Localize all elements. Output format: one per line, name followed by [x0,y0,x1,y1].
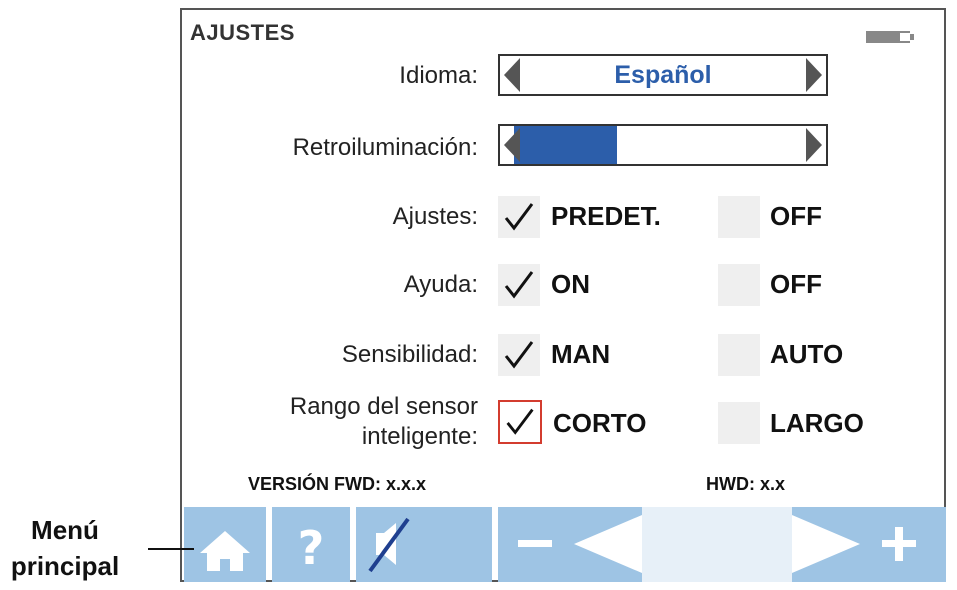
help-on-option: ON [551,269,590,299]
minus-icon[interactable] [518,540,552,547]
sensor-range-long-option: LARGO [770,408,864,438]
home-icon [200,531,250,571]
mute-icon [368,517,410,573]
sensor-range-short-option: CORTO [553,408,647,438]
help-button[interactable]: ? [272,507,350,582]
sensor-range-label-line2: inteligente: [361,423,478,450]
right-arrow-icon[interactable] [804,126,824,164]
settings-screen: AJUSTES Idioma: Español Retroiluminación… [180,8,946,582]
checkmark-icon [504,271,534,299]
settings-off-checkbox[interactable] [718,196,760,238]
home-button[interactable] [184,507,266,582]
hwd-version: HWD: x.x [706,474,785,495]
language-value: Español [614,61,712,89]
help-icon: ? [298,521,325,575]
sensor-range-long-checkbox[interactable] [718,402,760,444]
language-select[interactable]: Español [498,54,828,96]
hwd-version-value: x.x [760,474,786,494]
help-off-option: OFF [770,269,822,299]
callout-leader-line [148,548,194,550]
value-display [642,507,792,582]
page-title: AJUSTES [190,20,295,45]
help-on-checkbox[interactable] [498,264,540,306]
adjust-control-bar [498,507,946,582]
right-arrow-icon[interactable] [804,56,824,94]
settings-label: Ajustes: [392,203,478,230]
settings-default-checkbox[interactable] [498,196,540,238]
sensor-range-label-line1: Rango del sensor [289,393,478,420]
sensor-range-label: Rango del sensor inteligente: [182,392,478,452]
left-arrow-icon[interactable] [574,515,642,573]
sensitivity-auto-checkbox[interactable] [718,334,760,376]
sensitivity-man-checkbox[interactable] [498,334,540,376]
bottom-toolbar: ? [182,507,946,582]
language-label: Idioma: [399,62,478,89]
plus-icon[interactable] [882,527,916,561]
left-arrow-icon[interactable] [502,126,522,164]
settings-off-option: OFF [770,201,822,231]
checkmark-icon [506,408,534,435]
checkmark-icon [504,341,534,369]
backlight-level-bar [514,126,617,164]
backlight-label: Retroiluminación: [292,134,478,161]
battery-icon [866,31,914,43]
fwd-version-value: x.x.x [386,474,427,494]
help-label: Ayuda: [403,271,478,298]
sensitivity-man-option: MAN [551,339,611,369]
settings-default-option: PREDET. [551,201,661,231]
sensor-range-short-checkbox[interactable] [498,400,542,444]
sensitivity-auto-option: AUTO [770,339,844,369]
checkmark-icon [504,203,534,231]
hwd-version-label: HWD: [706,474,755,494]
backlight-slider[interactable] [498,124,828,166]
sensitivity-label: Sensibilidad: [341,341,478,368]
fwd-version-label: VERSIÓN FWD: [248,474,381,494]
callout-line1: Menú [31,515,99,545]
mute-button[interactable] [356,507,492,582]
fwd-version: VERSIÓN FWD: x.x.x [248,474,426,495]
main-menu-callout: Menú principal [0,512,130,584]
svg-text:?: ? [298,521,325,575]
left-arrow-icon[interactable] [502,56,522,94]
help-off-checkbox[interactable] [718,264,760,306]
right-arrow-icon[interactable] [792,515,860,573]
callout-line2: principal [10,551,120,581]
